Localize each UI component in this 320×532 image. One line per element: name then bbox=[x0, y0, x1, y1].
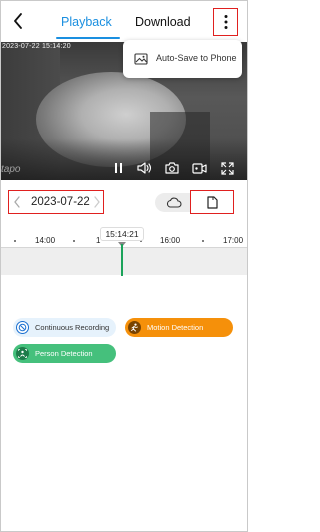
camera-icon bbox=[165, 162, 179, 174]
date-selector: 2023-07-22 bbox=[8, 190, 104, 214]
cloud-icon bbox=[166, 197, 182, 208]
timeline-playhead[interactable] bbox=[121, 244, 123, 276]
timeline-minor-tick bbox=[73, 240, 75, 242]
more-options-button[interactable] bbox=[213, 8, 238, 36]
tab-download[interactable]: Download bbox=[135, 15, 191, 29]
pause-button[interactable] bbox=[113, 161, 123, 175]
timeline-tick-label: 17:00 bbox=[223, 236, 244, 245]
volume-button[interactable] bbox=[136, 161, 152, 175]
legend-person-detection: Person Detection bbox=[13, 344, 116, 363]
next-day-button[interactable] bbox=[93, 195, 101, 213]
date-label[interactable]: 2023-07-22 bbox=[31, 196, 90, 208]
record-circle-icon bbox=[16, 321, 29, 334]
legend-label: Motion Detection bbox=[147, 323, 204, 332]
chevron-left-icon bbox=[14, 196, 20, 208]
timeline-tick-label: 16:00 bbox=[160, 236, 181, 245]
chevron-left-icon bbox=[14, 13, 22, 29]
more-vertical-icon bbox=[224, 15, 227, 29]
video-watermark-logo: tapo bbox=[1, 164, 21, 175]
timeline-tick-label: 14:00 bbox=[35, 236, 56, 245]
current-time-label: 15:14:21 bbox=[100, 227, 144, 241]
video-timestamp: 2023-07-22 15:14:20 bbox=[2, 43, 71, 50]
timeline-minor-tick bbox=[202, 240, 204, 242]
legend-label: Continuous Recording bbox=[35, 323, 110, 332]
record-icon bbox=[191, 162, 207, 174]
snapshot-button[interactable] bbox=[164, 161, 180, 175]
person-target-icon bbox=[16, 347, 29, 360]
timeline-minor-tick bbox=[14, 240, 16, 242]
legend-label: Person Detection bbox=[35, 349, 93, 358]
image-icon bbox=[134, 53, 148, 65]
active-tab-indicator bbox=[56, 37, 120, 39]
pause-icon bbox=[114, 163, 122, 173]
volume-icon bbox=[136, 162, 151, 174]
chevron-right-icon bbox=[94, 196, 100, 208]
sd-card-icon bbox=[206, 195, 218, 209]
menu-item-label: Auto-Save to Phone bbox=[156, 53, 237, 63]
timeline-track[interactable] bbox=[0, 248, 248, 275]
record-button[interactable] bbox=[191, 161, 207, 175]
video-frame-floor bbox=[0, 138, 248, 180]
top-bar: Playback Download bbox=[0, 0, 248, 42]
back-button[interactable] bbox=[9, 10, 27, 32]
menu-item-auto-save[interactable]: Auto-Save to Phone bbox=[123, 40, 242, 78]
sd-card-storage-button[interactable] bbox=[190, 190, 234, 214]
legend-continuous-recording: Continuous Recording bbox=[13, 318, 116, 337]
previous-day-button[interactable] bbox=[13, 195, 21, 213]
tab-playback[interactable]: Playback bbox=[61, 15, 112, 29]
fullscreen-button[interactable] bbox=[219, 161, 235, 175]
fullscreen-icon bbox=[220, 161, 234, 175]
options-menu: Auto-Save to Phone bbox=[123, 40, 242, 78]
legend-motion-detection: Motion Detection bbox=[125, 318, 233, 337]
cloud-storage-button[interactable] bbox=[164, 195, 184, 210]
running-person-icon bbox=[128, 321, 141, 334]
